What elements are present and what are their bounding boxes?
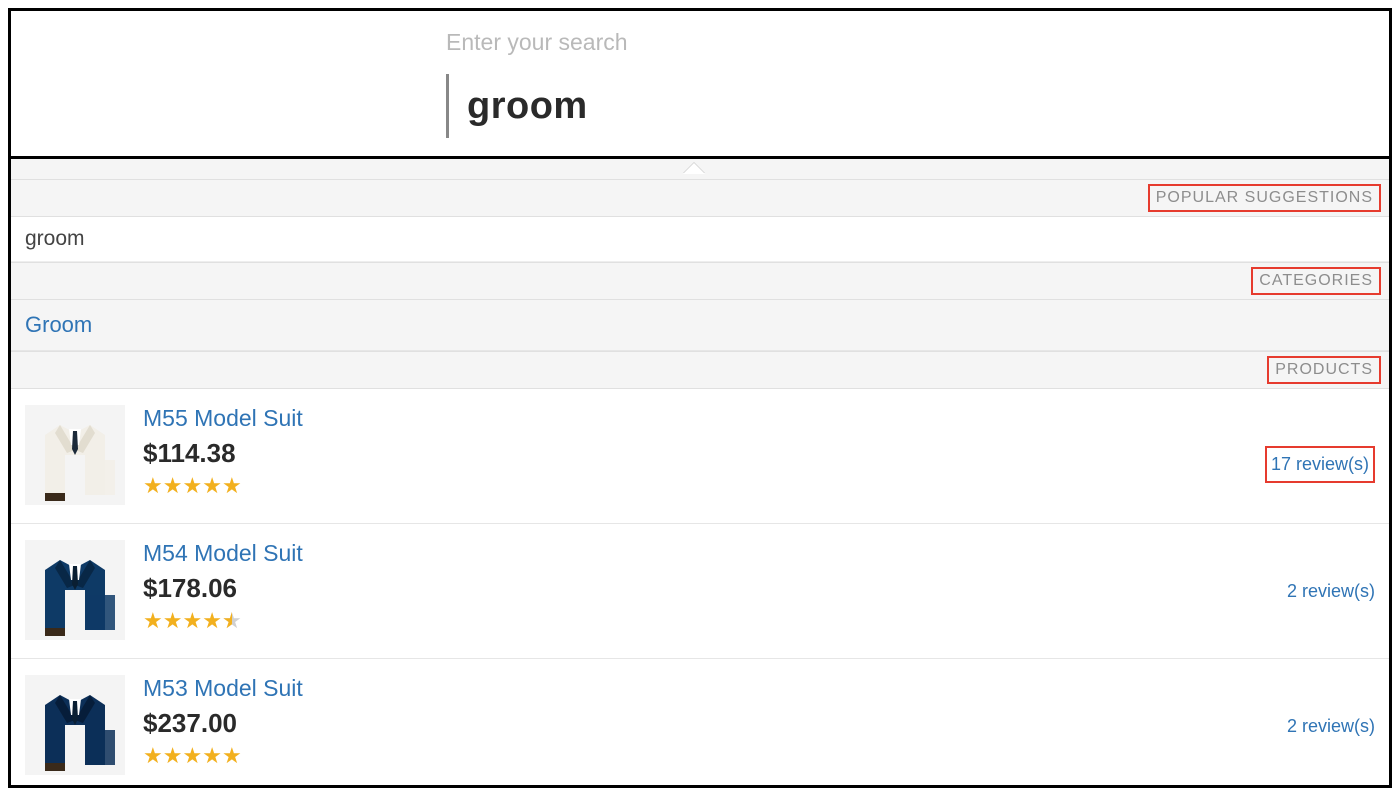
star-icon: ★ — [202, 475, 222, 497]
product-rating: ★★★★★ — [143, 610, 303, 632]
products-list: M55 Model Suit $114.38 ★★★★★ 17 review(s… — [11, 389, 1389, 788]
search-placeholder-label: Enter your search — [446, 29, 1389, 56]
star-icon: ★ — [163, 610, 183, 632]
product-thumbnail — [25, 675, 125, 775]
dropdown-arrow-row — [11, 159, 1389, 179]
section-header-categories: CATEGORIES — [11, 262, 1389, 300]
category-text: Groom — [25, 312, 92, 337]
star-icon: ★ — [202, 745, 222, 767]
search-input-value[interactable]: groom — [467, 85, 588, 128]
product-thumbnail — [25, 405, 125, 505]
section-header-popular-suggestions: POPULAR SUGGESTIONS — [11, 179, 1389, 217]
product-info: M55 Model Suit $114.38 ★★★★★ — [143, 405, 303, 497]
product-rating: ★★★★★ — [143, 475, 303, 497]
dropdown-arrow-icon — [683, 163, 705, 174]
product-image-icon — [25, 675, 125, 775]
star-icon: ★ — [163, 745, 183, 767]
product-price: $178.06 — [143, 573, 303, 604]
product-item[interactable]: M55 Model Suit $114.38 ★★★★★ 17 review(s… — [11, 389, 1389, 524]
suggestion-item[interactable]: groom — [11, 217, 1389, 262]
product-price: $114.38 — [143, 438, 303, 469]
text-cursor — [446, 74, 449, 138]
product-image-icon — [25, 540, 125, 640]
star-icon: ★ — [143, 475, 163, 497]
star-icon: ★ — [182, 475, 202, 497]
section-label-popular-suggestions: POPULAR SUGGESTIONS — [1148, 184, 1381, 212]
search-input-row[interactable]: groom — [446, 74, 1389, 138]
section-header-products: PRODUCTS — [11, 351, 1389, 389]
product-rating: ★★★★★ — [143, 745, 303, 767]
product-reviews-link[interactable]: 2 review(s) — [1287, 716, 1375, 737]
star-icon: ★ — [182, 610, 202, 632]
star-icon: ★ — [202, 610, 222, 632]
product-name[interactable]: M53 Model Suit — [143, 675, 303, 702]
star-icon: ★ — [143, 745, 163, 767]
star-icon: ★ — [222, 745, 242, 767]
star-half-icon: ★ — [222, 610, 242, 632]
category-item[interactable]: Groom — [11, 300, 1389, 351]
product-thumbnail — [25, 540, 125, 640]
product-item[interactable]: M54 Model Suit $178.06 ★★★★★ 2 review(s) — [11, 524, 1389, 659]
star-icon: ★ — [222, 475, 242, 497]
product-name[interactable]: M55 Model Suit — [143, 405, 303, 432]
product-reviews-link[interactable]: 17 review(s) — [1265, 446, 1375, 483]
section-label-products: PRODUCTS — [1267, 356, 1381, 384]
star-icon: ★ — [182, 745, 202, 767]
star-icon: ★ — [163, 475, 183, 497]
product-info: M53 Model Suit $237.00 ★★★★★ — [143, 675, 303, 767]
product-price: $237.00 — [143, 708, 303, 739]
product-image-icon — [25, 405, 125, 505]
product-name[interactable]: M54 Model Suit — [143, 540, 303, 567]
product-info: M54 Model Suit $178.06 ★★★★★ — [143, 540, 303, 632]
star-icon: ★ — [143, 610, 163, 632]
product-reviews-link[interactable]: 2 review(s) — [1287, 581, 1375, 602]
product-item[interactable]: M53 Model Suit $237.00 ★★★★★ 2 review(s) — [11, 659, 1389, 788]
autocomplete-dropdown: POPULAR SUGGESTIONS groom CATEGORIES Gro… — [11, 159, 1389, 788]
suggestion-text: groom — [25, 227, 85, 250]
search-area: Enter your search groom — [11, 11, 1389, 159]
app-frame: Enter your search groom POPULAR SUGGESTI… — [8, 8, 1392, 788]
section-label-categories: CATEGORIES — [1251, 267, 1381, 295]
